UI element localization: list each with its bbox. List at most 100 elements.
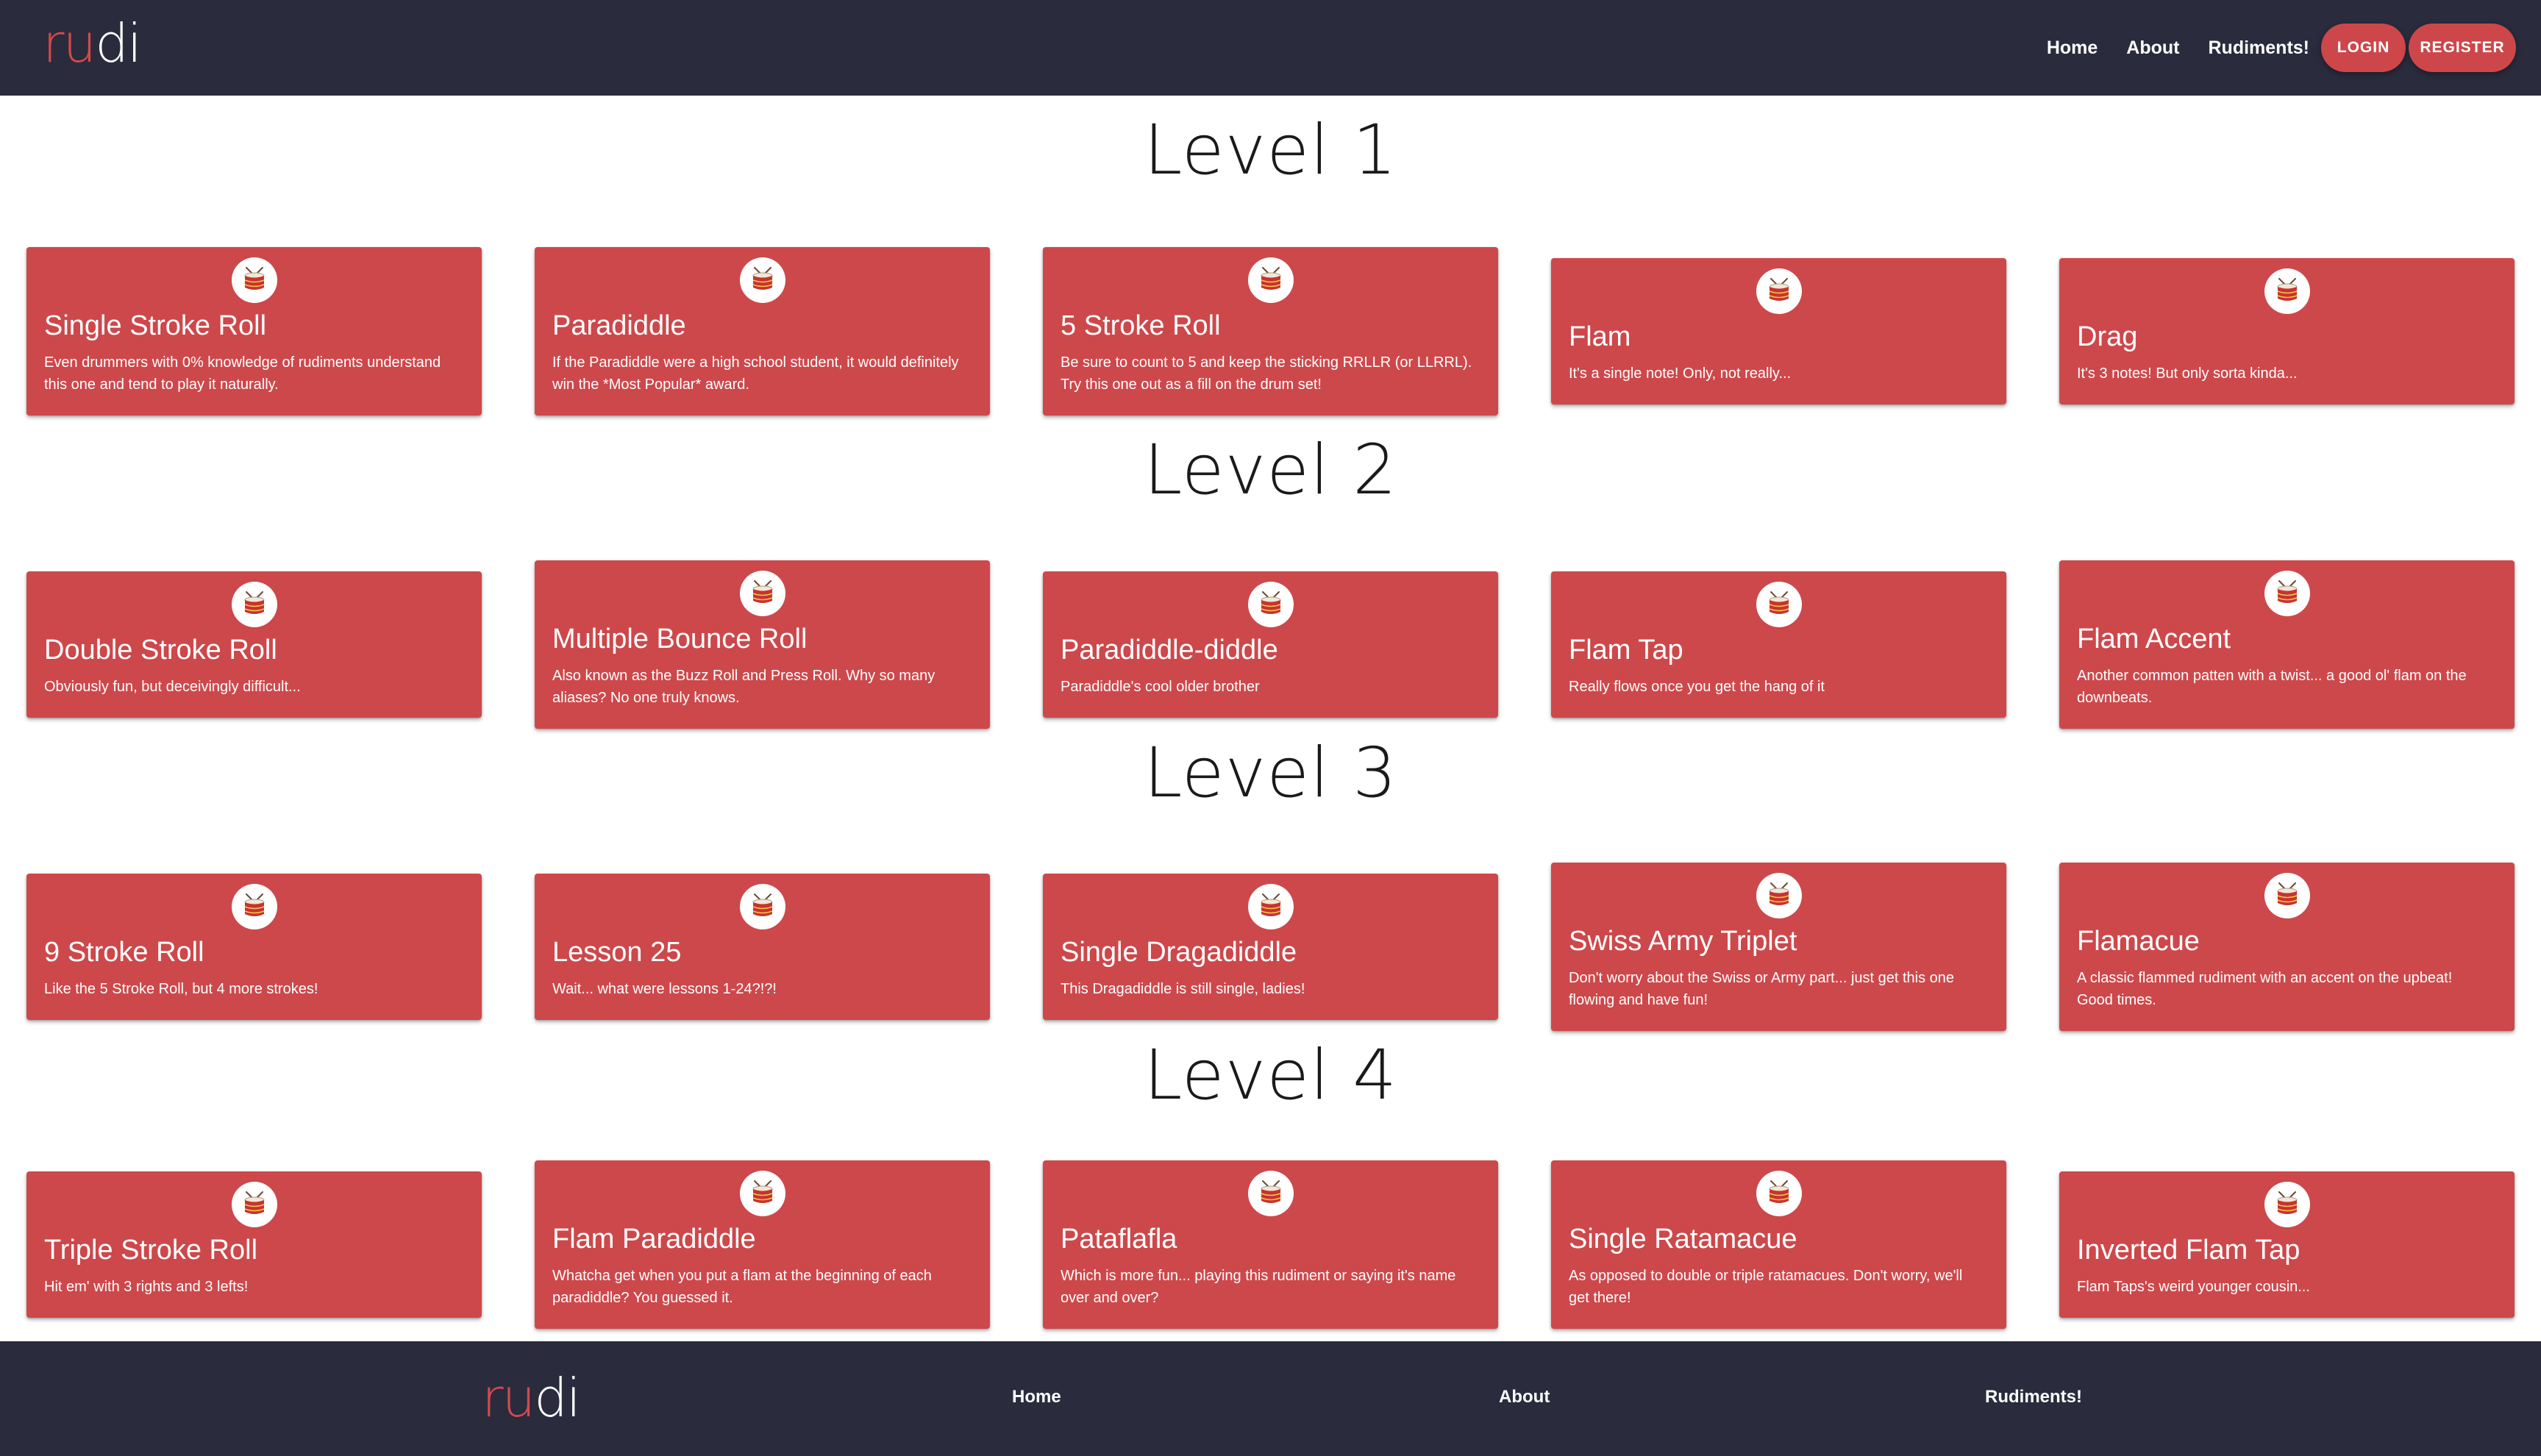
card-description: A classic flammed rudiment with an accen… — [2077, 970, 2453, 1008]
level-4-heading: Level 4 — [1144, 1035, 1397, 1116]
drum-icon — [1247, 884, 1294, 929]
drum-icon — [231, 257, 277, 303]
card-description: Really flows once you get the hang of it — [1569, 679, 1825, 695]
card-description: Flam Taps's weird younger cousin... — [2077, 1279, 2310, 1295]
drum-icon — [1247, 1171, 1294, 1216]
drum-icon — [739, 257, 785, 303]
card-description: Don't worry about the Swiss or Army part… — [1569, 970, 1955, 1008]
footer-about-link[interactable]: About — [1499, 1387, 1550, 1407]
register-button[interactable]: REGISTER — [2409, 24, 2516, 72]
rudiment-card[interactable]: Paradiddle-diddle Paradiddle's cool olde… — [1043, 571, 1498, 718]
drum-icon — [2264, 873, 2310, 918]
card-description: Like the 5 Stroke Roll, but 4 more strok… — [44, 981, 318, 997]
rudiment-card[interactable]: Double Stroke Roll Obviously fun, but de… — [26, 571, 482, 718]
footer-rudiments-link[interactable]: Rudiments! — [1985, 1387, 2082, 1407]
nav-about-link[interactable]: About — [2126, 38, 2179, 59]
rudiment-card[interactable]: Triple Stroke Roll Hit em' with 3 rights… — [26, 1171, 482, 1318]
drum-icon — [2264, 571, 2310, 616]
card-description: Another common patten with a twist... a … — [2077, 668, 2467, 706]
nav-links: Home About Rudiments! LOGIN REGISTER — [2047, 0, 2516, 96]
card-title: Flam Accent — [2077, 624, 2231, 654]
card-description: Which is more fun... playing this rudime… — [1061, 1268, 1456, 1306]
card-title: Lesson 25 — [552, 937, 682, 968]
card-title: Flam — [1569, 321, 1631, 352]
drum-icon — [739, 1171, 785, 1216]
card-title: 5 Stroke Roll — [1061, 310, 1221, 341]
card-title: Paradiddle-diddle — [1061, 635, 1278, 665]
login-button[interactable]: LOGIN — [2321, 24, 2406, 72]
nav-rudiments-link[interactable]: Rudiments! — [2209, 38, 2310, 59]
card-description: Even drummers with 0% knowledge of rudim… — [44, 354, 441, 393]
card-title: 9 Stroke Roll — [44, 937, 204, 968]
card-title: Paradiddle — [552, 310, 686, 341]
logo-text-di: di — [534, 1367, 581, 1429]
level-2-heading: Level 2 — [1144, 430, 1397, 510]
card-title: Inverted Flam Tap — [2077, 1235, 2301, 1266]
rudiment-card[interactable]: Inverted Flam Tap Flam Taps's weird youn… — [2059, 1171, 2515, 1318]
logo-text-di: di — [95, 13, 142, 74]
rudiment-card[interactable]: Multiple Bounce Roll Also known as the B… — [535, 560, 990, 729]
rudiment-card[interactable]: 5 Stroke Roll Be sure to count to 5 and … — [1043, 247, 1498, 415]
card-description: Obviously fun, but deceivingly difficult… — [44, 679, 301, 695]
rudiment-card[interactable]: Lesson 25 Wait... what were lessons 1-24… — [535, 874, 990, 1020]
rudiment-card[interactable]: Single Dragadiddle This Dragadiddle is s… — [1043, 874, 1498, 1020]
logo-text-ru: ru — [43, 13, 96, 74]
level-1-heading: Level 1 — [1144, 110, 1397, 190]
drum-icon — [1247, 582, 1294, 627]
rudiment-card[interactable]: Single Ratamacue As opposed to double or… — [1551, 1160, 2006, 1329]
card-title: Single Ratamacue — [1569, 1224, 1797, 1255]
drum-icon — [739, 884, 785, 929]
drum-icon — [2264, 268, 2310, 314]
card-title: Drag — [2077, 321, 2138, 352]
drum-icon — [231, 582, 277, 627]
footer-rudi-logo[interactable]: ru di — [482, 1367, 581, 1429]
card-title: Flam Tap — [1569, 635, 1683, 665]
card-description: As opposed to double or triple ratamacue… — [1569, 1268, 1963, 1306]
card-description: Hit em' with 3 rights and 3 lefts! — [44, 1279, 249, 1295]
card-title: Single Stroke Roll — [44, 310, 267, 341]
rudiment-card[interactable]: Swiss Army Triplet Don't worry about the… — [1551, 863, 2006, 1031]
card-title: Triple Stroke Roll — [44, 1235, 258, 1266]
rudiment-card[interactable]: Single Stroke Roll Even drummers with 0%… — [26, 247, 482, 415]
rudiment-card[interactable]: Pataflafla Which is more fun... playing … — [1043, 1160, 1498, 1329]
rudiment-card[interactable]: Flam Paradiddle Whatcha get when you put… — [535, 1160, 990, 1329]
rudi-logo[interactable]: ru di — [43, 13, 142, 74]
rudiment-card[interactable]: 9 Stroke Roll Like the 5 Stroke Roll, bu… — [26, 874, 482, 1020]
drum-icon — [1247, 257, 1294, 303]
card-title: Flamacue — [2077, 926, 2200, 957]
rudiment-card[interactable]: Flam Tap Really flows once you get the h… — [1551, 571, 2006, 718]
footer: ru di Home About Rudiments! — [0, 1341, 2541, 1456]
card-title: Single Dragadiddle — [1061, 937, 1297, 968]
rudiment-card[interactable]: Flam It's a single note! Only, not reall… — [1551, 258, 2006, 404]
rudiment-card[interactable]: Paradiddle If the Paradiddle were a high… — [535, 247, 990, 415]
drum-icon — [739, 571, 785, 616]
nav-home-link[interactable]: Home — [2047, 38, 2098, 59]
drum-icon — [1756, 873, 1802, 918]
level-3-heading: Level 3 — [1144, 733, 1397, 813]
card-description: Also known as the Buzz Roll and Press Ro… — [552, 668, 935, 706]
card-description: This Dragadiddle is still single, ladies… — [1061, 981, 1305, 997]
rudiment-card[interactable]: Drag It's 3 notes! But only sorta kinda.… — [2059, 258, 2515, 404]
card-description: It's 3 notes! But only sorta kinda... — [2077, 365, 2298, 382]
card-title: Swiss Army Triplet — [1569, 926, 1797, 957]
drum-icon — [1756, 268, 1802, 314]
logo-text-ru: ru — [482, 1367, 535, 1429]
card-description: If the Paradiddle were a high school stu… — [552, 354, 959, 393]
drum-icon — [2264, 1182, 2310, 1227]
drum-icon — [1756, 1171, 1802, 1216]
footer-home-link[interactable]: Home — [1012, 1387, 1061, 1407]
rudiment-card[interactable]: Flamacue A classic flammed rudiment with… — [2059, 863, 2515, 1031]
drum-icon — [231, 884, 277, 929]
card-title: Multiple Bounce Roll — [552, 624, 808, 654]
card-description: Whatcha get when you put a flam at the b… — [552, 1268, 932, 1306]
card-title: Flam Paradiddle — [552, 1224, 756, 1255]
rudiment-card[interactable]: Flam Accent Another common patten with a… — [2059, 560, 2515, 729]
drum-icon — [1756, 582, 1802, 627]
card-title: Pataflafla — [1061, 1224, 1177, 1255]
card-description: Be sure to count to 5 and keep the stick… — [1061, 354, 1472, 393]
card-description: It's a single note! Only, not really... — [1569, 365, 1792, 382]
card-title: Double Stroke Roll — [44, 635, 277, 665]
navbar: ru di Home About Rudiments! LOGIN REGISTE… — [0, 0, 2541, 96]
card-description: Paradiddle's cool older brother — [1061, 679, 1260, 695]
card-description: Wait... what were lessons 1-24?!?! — [552, 981, 777, 997]
